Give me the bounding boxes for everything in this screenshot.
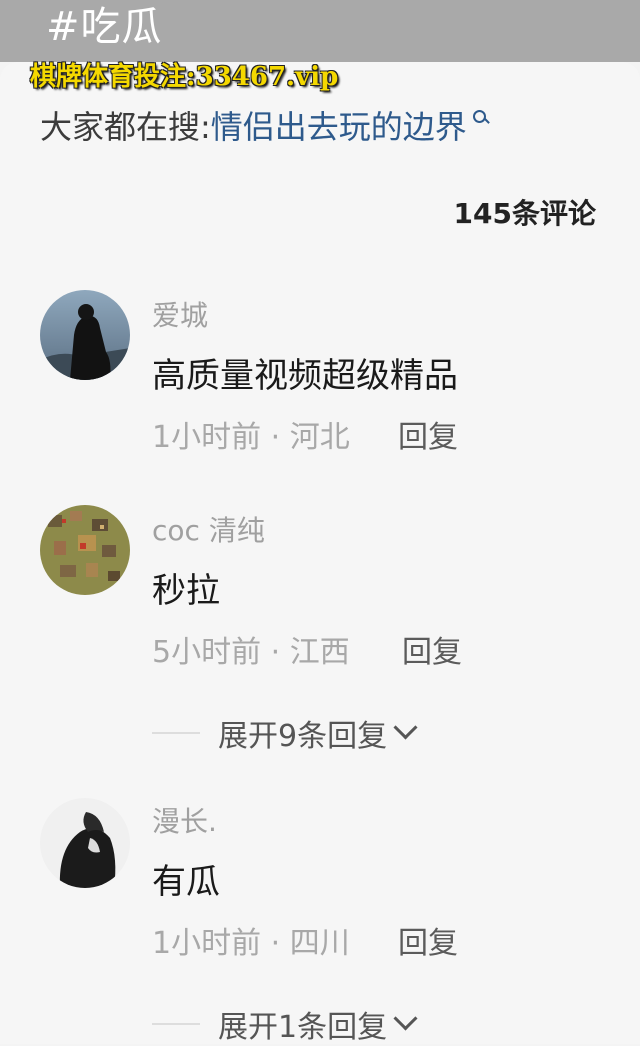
top-bar: #吃瓜 bbox=[0, 0, 640, 62]
avatar[interactable] bbox=[40, 505, 130, 595]
expand-replies-label[interactable]: 展开1条回复 bbox=[218, 1010, 387, 1045]
reply-button[interactable]: 回复 bbox=[398, 412, 458, 456]
search-icon bbox=[471, 108, 490, 130]
search-term-link[interactable]: 情侣出去玩的边界 bbox=[211, 108, 467, 146]
comment-meta: 5小时前 · 江西 bbox=[152, 635, 350, 670]
reply-button[interactable]: 回复 bbox=[398, 918, 458, 962]
comment-username[interactable]: 漫长. bbox=[152, 800, 217, 840]
avatar[interactable] bbox=[40, 290, 130, 380]
comment-meta: 1小时前 · 河北 bbox=[152, 420, 350, 455]
search-suggestion[interactable]: 大家都在搜:情侣出去玩的边界 bbox=[40, 102, 490, 148]
chevron-down-icon bbox=[393, 714, 418, 740]
watermark-overlay: 棋牌体育投注:33467.vip bbox=[30, 62, 339, 92]
expand-replies-label[interactable]: 展开9条回复 bbox=[218, 719, 387, 754]
comment-count: 145条评论 bbox=[453, 197, 596, 230]
comment-username[interactable]: 爱城 bbox=[152, 294, 208, 334]
divider-line bbox=[152, 1023, 200, 1025]
reply-button[interactable]: 回复 bbox=[402, 627, 462, 671]
comment-content: 高质量视频超级精品 bbox=[152, 356, 458, 396]
comment-meta: 1小时前 · 四川 bbox=[152, 926, 350, 961]
search-prefix-label: 大家都在搜: bbox=[40, 108, 211, 146]
avatar[interactable] bbox=[40, 798, 130, 888]
chevron-down-icon bbox=[393, 1005, 418, 1031]
topic-hashtag[interactable]: #吃瓜 bbox=[46, 0, 163, 52]
comment-content: 有瓜 bbox=[152, 862, 220, 902]
divider-line bbox=[152, 732, 200, 734]
expand-replies[interactable]: 展开1条回复 bbox=[152, 1002, 418, 1046]
comment-content: 秒拉 bbox=[152, 571, 220, 611]
expand-replies[interactable]: 展开9条回复 bbox=[152, 711, 418, 755]
comment-username[interactable]: coc 清纯 bbox=[152, 509, 265, 549]
